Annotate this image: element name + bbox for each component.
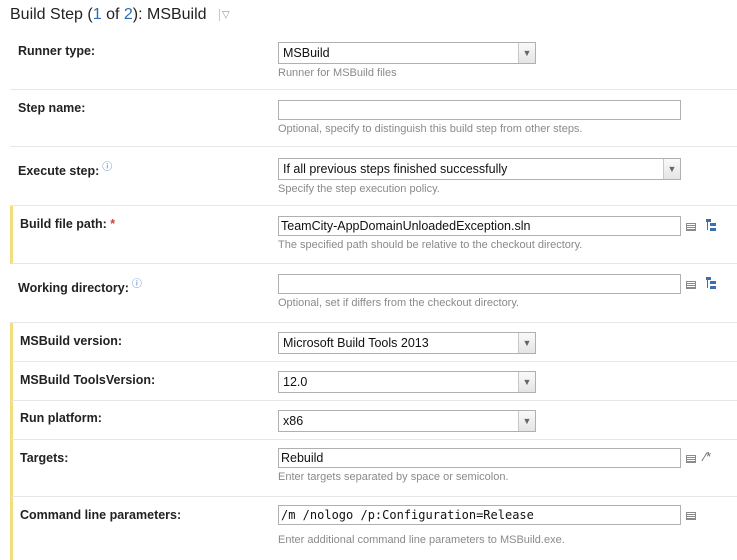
runner-type-select[interactable]: MSBuild ▼ — [278, 42, 536, 64]
run-platform-row: Run platform: x86 ▼ — [10, 401, 737, 440]
step-total[interactable]: 2 — [124, 6, 133, 23]
step-index[interactable]: 1 — [93, 6, 102, 23]
tools-version-label: MSBuild ToolsVersion: — [20, 373, 156, 387]
chevron-down-icon[interactable]: ▼ — [663, 159, 680, 179]
working-directory-row: Working directory: ⓘ Optional, set if dif… — [10, 264, 737, 323]
run-platform-select[interactable]: x86 ▼ — [278, 410, 536, 432]
tools-version-select[interactable]: 12.0 ▼ — [278, 371, 536, 393]
targets-hint: Enter targets separated by space or semi… — [278, 471, 509, 483]
required-mark: * — [110, 217, 116, 231]
text-editor-icon[interactable] — [686, 281, 696, 289]
chevron-down-icon[interactable]: ▽ — [222, 9, 230, 20]
runner-type-hint: Runner for MSBuild files — [278, 67, 397, 79]
page-title: Build Step (1 of 2): MSBuild ▽ — [10, 6, 230, 24]
runner-type-row: Runner type: MSBuild ▼ Runner for MSBuil… — [10, 34, 737, 90]
working-directory-label-text: Working directory: — [18, 281, 129, 296]
command-line-hint: Enter additional command line parameters… — [278, 534, 565, 546]
text-editor-icon[interactable] — [686, 512, 696, 520]
magic-wand-icon[interactable]: ⁄* — [704, 449, 711, 464]
build-file-path-label: Build file path: * — [20, 217, 115, 231]
command-line-input[interactable]: /m /nologo /p:Configuration=Release — [278, 505, 681, 525]
tree-browser-icon[interactable] — [706, 219, 718, 231]
execute-step-hint: Specify the step execution policy. — [278, 183, 440, 195]
working-directory-input[interactable] — [278, 274, 681, 294]
msbuild-version-select[interactable]: Microsoft Build Tools 2013 ▼ — [278, 332, 536, 354]
execute-step-row: Execute step: ⓘ If all previous steps fin… — [10, 147, 737, 206]
step-name-hint: Optional, specify to distinguish this bu… — [278, 123, 583, 135]
text-editor-icon[interactable] — [686, 455, 696, 463]
tree-browser-icon[interactable] — [706, 277, 718, 289]
execute-step-label: Execute step: ⓘ — [18, 158, 112, 178]
title-of: of — [101, 6, 124, 23]
title-divider — [219, 8, 221, 21]
tools-version-value: 12.0 — [283, 375, 308, 389]
step-name-label: Step name: — [18, 101, 86, 115]
step-name-input[interactable] — [278, 100, 681, 120]
execute-step-select[interactable]: If all previous steps finished successfu… — [278, 158, 681, 180]
working-directory-hint: Optional, set if differs from the checko… — [278, 297, 520, 309]
runner-type-value: MSBuild — [283, 46, 330, 60]
chevron-down-icon[interactable]: ▼ — [518, 333, 535, 353]
text-editor-icon[interactable] — [686, 223, 696, 231]
build-file-path-input[interactable]: TeamCity-AppDomainUnloadedException.sln — [278, 216, 681, 236]
targets-input[interactable]: Rebuild — [278, 448, 681, 468]
msbuild-version-value: Microsoft Build Tools 2013 — [283, 336, 429, 350]
build-file-path-label-text: Build file path: — [20, 217, 107, 231]
title-suffix: ): MSBuild — [132, 6, 207, 23]
targets-row: Targets: Rebuild Enter targets separated… — [10, 440, 737, 497]
msbuild-version-label: MSBuild version: — [20, 334, 123, 348]
build-file-path-hint: The specified path should be relative to… — [278, 239, 583, 251]
chevron-down-icon[interactable]: ▼ — [518, 372, 535, 392]
msbuild-version-row: MSBuild version: Microsoft Build Tools 2… — [10, 323, 737, 362]
execute-step-value: If all previous steps finished successfu… — [283, 162, 508, 176]
title-prefix: Build Step ( — [10, 6, 93, 23]
run-platform-value: x86 — [283, 414, 304, 428]
command-line-label: Command line parameters: — [20, 508, 182, 522]
targets-label: Targets: — [20, 451, 69, 465]
execute-step-label-text: Execute step: — [18, 164, 100, 179]
chevron-down-icon[interactable]: ▼ — [518, 43, 535, 63]
runner-type-label: Runner type: — [18, 44, 96, 58]
step-name-row: Step name: Optional, specify to distingu… — [10, 90, 737, 147]
chevron-down-icon[interactable]: ▼ — [518, 411, 535, 431]
build-file-path-row: Build file path: * TeamCity-AppDomainUnl… — [10, 206, 737, 264]
run-platform-label: Run platform: — [20, 411, 102, 425]
help-icon[interactable]: ⓘ — [132, 279, 142, 290]
working-directory-label: Working directory: ⓘ — [18, 275, 142, 295]
command-line-row: Command line parameters: /m /nologo /p:C… — [10, 497, 737, 560]
tools-version-row: MSBuild ToolsVersion: 12.0 ▼ — [10, 362, 737, 401]
help-icon[interactable]: ⓘ — [102, 162, 112, 173]
